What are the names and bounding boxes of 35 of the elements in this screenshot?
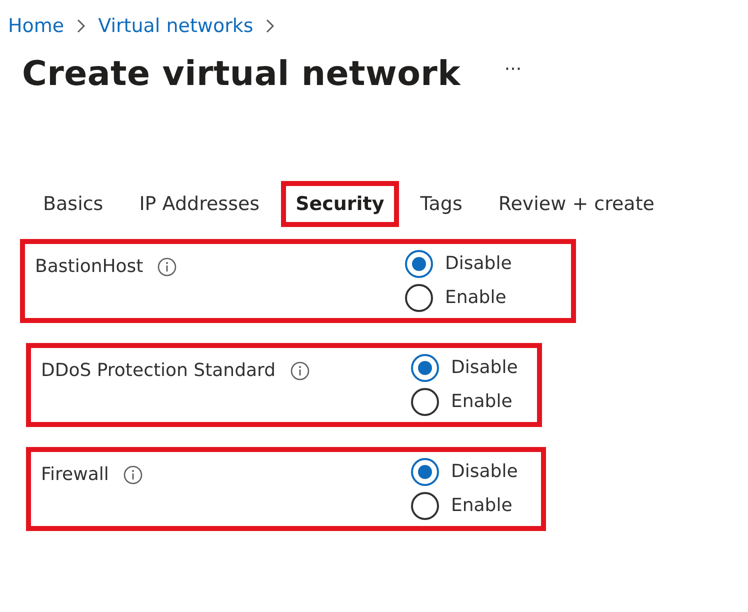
option-label: Enable: [451, 390, 512, 414]
radio-option[interactable]: Enable: [411, 492, 518, 520]
radio-button[interactable]: [411, 492, 439, 520]
info-icon[interactable]: [157, 256, 178, 277]
info-icon[interactable]: [290, 360, 310, 381]
option-label: Disable: [451, 460, 518, 484]
tab[interactable]: Basics: [28, 180, 118, 228]
breadcrumb-link[interactable]: Home: [8, 12, 64, 40]
tab[interactable]: Security: [280, 180, 400, 228]
radio-button[interactable]: [411, 458, 439, 486]
setting-label: DDoS Protection Standard: [41, 359, 276, 384]
radio-option[interactable]: Disable: [411, 458, 518, 486]
chevron-icon: [265, 18, 276, 34]
setting-label: BastionHost: [35, 255, 144, 280]
option-label: Enable: [445, 286, 506, 310]
chevron-icon: [76, 18, 86, 34]
tab[interactable]: Tags: [405, 180, 478, 228]
info-icon[interactable]: [122, 464, 143, 485]
radio-option[interactable]: Disable: [405, 250, 512, 278]
radio-option[interactable]: Enable: [405, 284, 512, 312]
radio-button[interactable]: [405, 284, 433, 312]
radio-button[interactable]: [411, 388, 439, 416]
option-label: Enable: [451, 494, 512, 518]
radio-option[interactable]: Enable: [411, 388, 518, 416]
tab[interactable]: Review + create: [483, 180, 670, 228]
tab[interactable]: IP Addresses: [124, 180, 275, 228]
radio-button[interactable]: [411, 354, 439, 382]
option-label: Disable: [451, 356, 518, 380]
option-label: Disable: [445, 252, 512, 276]
page-title: Create virtual network: [22, 54, 460, 95]
radio-button[interactable]: [405, 250, 433, 278]
radio-option[interactable]: Disable: [411, 354, 518, 382]
more-button[interactable]: ···: [504, 56, 522, 83]
breadcrumb-link[interactable]: Virtual networks: [98, 12, 254, 40]
setting-label: Firewall: [41, 463, 109, 488]
